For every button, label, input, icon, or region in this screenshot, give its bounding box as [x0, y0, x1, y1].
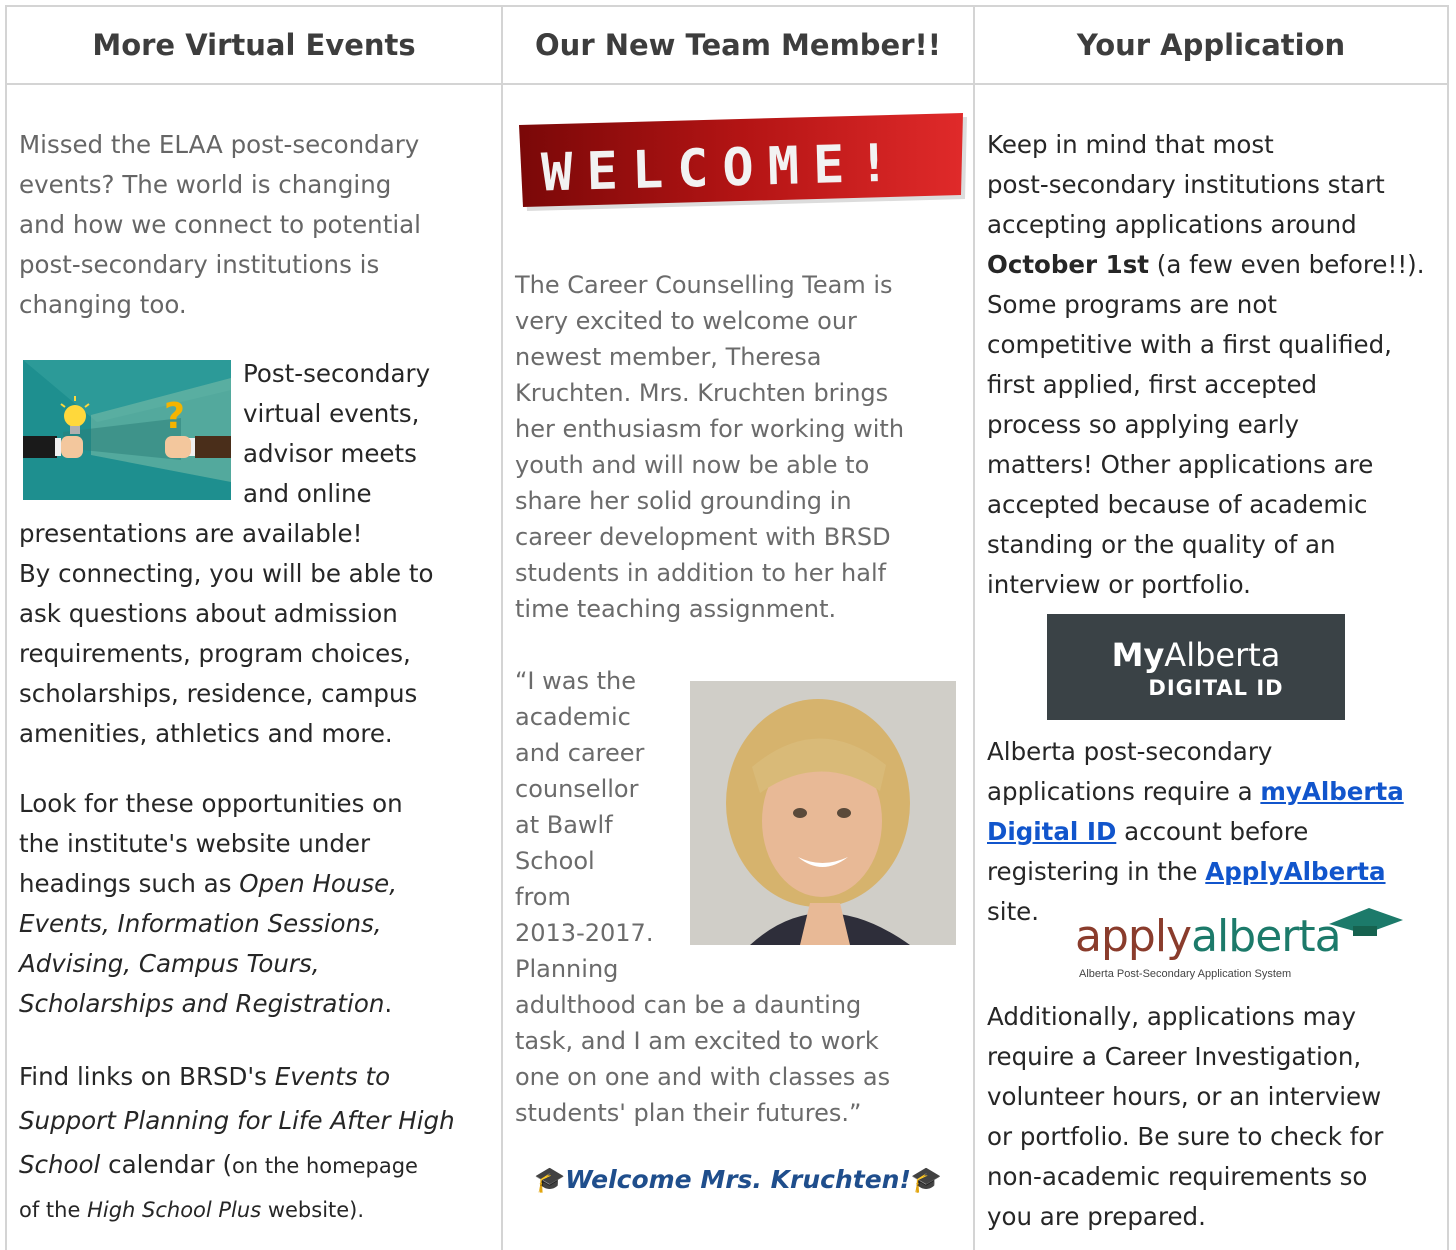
welcome-banner-text: WELCOME! [540, 133, 904, 203]
myalberta-digital-id-logo: MyAlberta DIGITAL ID [1047, 614, 1345, 720]
applyalberta-link[interactable]: ApplyAlberta [1205, 857, 1385, 886]
connecting-paragraph: presentations are available! By connecti… [19, 519, 434, 748]
column-virtual-events: More Virtual Events Missed the ELAA post… [7, 7, 503, 1250]
application-paragraph: Keep in mind that most post-secondary in… [987, 130, 1425, 599]
welcome-signoff: 🎓Welcome Mrs. Kruchten!🎓 [534, 1165, 942, 1194]
additional-requirements-paragraph: Additionally, applications may require a… [987, 1002, 1384, 1231]
newsletter-table: More Virtual Events Missed the ELAA post… [5, 5, 1449, 1250]
column-new-team-member: Our New Team Member!! WELCOME! The Caree… [503, 7, 975, 1250]
welcome-banner-image: WELCOME! [519, 113, 967, 211]
question-mark-icon: ? [164, 396, 185, 437]
header-your-application: Your Application [975, 7, 1447, 85]
look-for-paragraph: Look for these opportunities on the inst… [19, 789, 403, 1018]
graduation-cap-icon: 🎓 [534, 1165, 566, 1194]
myalberta-link[interactable]: myAlberta [1260, 777, 1403, 806]
column-your-application: Your Application Keep in mind that most … [975, 7, 1447, 1250]
quote-paragraph: adulthood can be a daunting task, and I … [515, 991, 891, 1127]
header-more-virtual-events: More Virtual Events [7, 7, 501, 85]
virtual-events-illustration: ? [23, 360, 231, 500]
header-new-team-member: Our New Team Member!! [503, 7, 973, 85]
team-member-photo [690, 681, 956, 945]
find-links-paragraph: Find links on BRSD's Events to Support P… [19, 1062, 455, 1222]
lightbulb-icon [64, 405, 86, 427]
intro-paragraph: Missed the ELAA post-secondary events? T… [19, 130, 421, 319]
side-text: Post-secondary virtual events, advisor m… [243, 359, 431, 508]
digital-id-link[interactable]: Digital ID [987, 817, 1116, 846]
welcome-paragraph: The Career Counselling Team is very exci… [515, 271, 905, 623]
graduation-cap-icon: 🎓 [910, 1165, 942, 1194]
quote-side-text: “I was the academic and career counsello… [515, 667, 654, 983]
applyalberta-logo: applyalberta Alberta Post-Secondary Appl… [1075, 902, 1405, 990]
